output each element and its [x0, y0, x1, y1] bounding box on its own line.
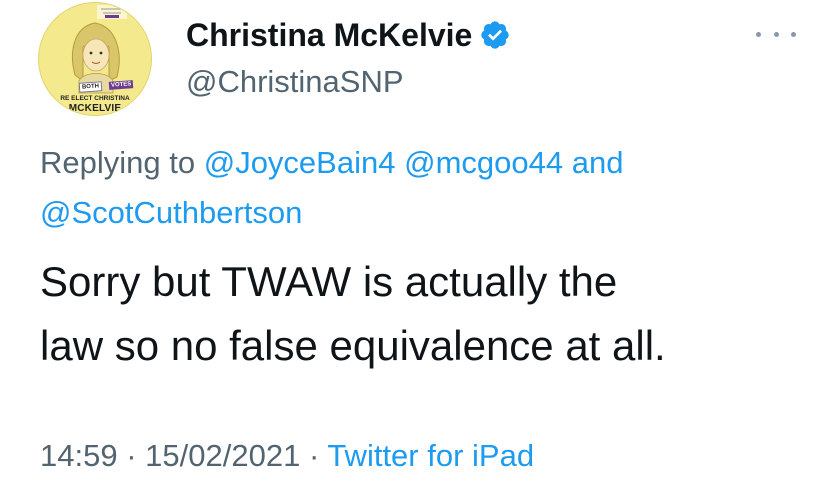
avatar-badge-votes: VOTES — [108, 80, 134, 90]
avatar[interactable]: BOTH VOTES RE ELECT CHRISTINA MCKELVIE — [38, 2, 152, 116]
mention-conjunction[interactable]: and — [572, 145, 624, 180]
tweet-date[interactable]: 15/02/2021 — [145, 438, 300, 473]
more-dot — [791, 31, 796, 37]
more-dot — [756, 31, 761, 37]
display-name[interactable]: Christina McKelvie — [186, 17, 472, 54]
author-handle[interactable]: @ChristinaSNP — [186, 64, 404, 100]
tweet-time[interactable]: 14:59 — [40, 438, 118, 473]
avatar-name-text: MCKELVIE — [68, 103, 122, 114]
tweet-card: BOTH VOTES RE ELECT CHRISTINA MCKELVIE C… — [0, 0, 828, 492]
avatar-reelect-text: RE ELECT CHRISTINA — [60, 95, 130, 102]
tweet-text-line: law so no false equivalence at all. — [40, 322, 666, 369]
mention-link[interactable]: @JoyceBain4 — [204, 145, 396, 180]
more-options-icon[interactable] — [756, 24, 796, 44]
meta-separator: · — [126, 438, 137, 473]
more-dot — [773, 31, 779, 37]
avatar-badge-both: BOTH — [78, 81, 103, 93]
mention-link[interactable]: @mcgoo44 — [404, 145, 563, 180]
author-name-row: Christina McKelvie — [186, 12, 511, 58]
mention-link[interactable]: @ScotCuthbertson — [40, 195, 302, 230]
tweet-text-line: Sorry but TWAW is actually the — [40, 258, 618, 305]
tweet-source[interactable]: Twitter for iPad — [327, 438, 534, 473]
replying-to: Replying to @JoyceBain4 @mcgoo44 and @Sc… — [40, 138, 800, 238]
tweet-text: Sorry but TWAW is actually the law so no… — [40, 250, 800, 378]
verified-badge-icon — [479, 19, 511, 51]
meta-separator: · — [308, 438, 320, 473]
tweet-meta: 14:59 · 15/02/2021 · Twitter for iPad — [40, 438, 534, 474]
replying-prefix: Replying to — [40, 145, 196, 180]
